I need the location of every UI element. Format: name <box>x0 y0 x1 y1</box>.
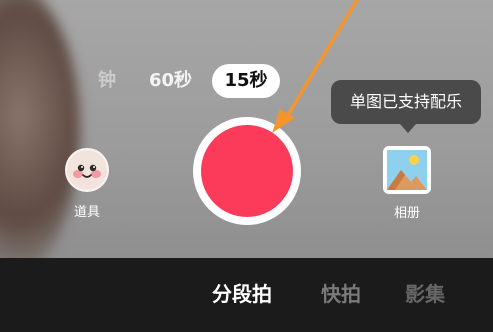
capture-mode-bar: 分段拍 快拍 影集 <box>0 258 493 332</box>
album-label: 相册 <box>393 206 420 221</box>
tab-segment-shoot[interactable]: 分段拍 <box>212 278 272 307</box>
tab-duration-minute[interactable]: 钟 <box>98 64 116 98</box>
tooltip-text: 单图已支持配乐 <box>349 92 462 111</box>
tab-duration-15s-selected[interactable]: 15秒 <box>212 64 280 98</box>
effects-label: 道具 <box>73 205 100 220</box>
tooltip-pointer <box>400 124 416 133</box>
music-support-tooltip: 单图已支持配乐 <box>331 80 481 124</box>
image-gallery-icon-graphic <box>387 150 427 190</box>
face-sticker-icon[interactable] <box>65 148 109 192</box>
tab-duration-60s[interactable]: 60秒 <box>149 64 192 98</box>
face-sticker-icon-graphic <box>73 164 101 178</box>
record-button[interactable] <box>201 125 293 217</box>
tab-quick-shoot[interactable]: 快拍 <box>321 278 361 307</box>
image-gallery-icon[interactable] <box>383 146 431 194</box>
tab-photo-album[interactable]: 影集 <box>405 278 445 307</box>
